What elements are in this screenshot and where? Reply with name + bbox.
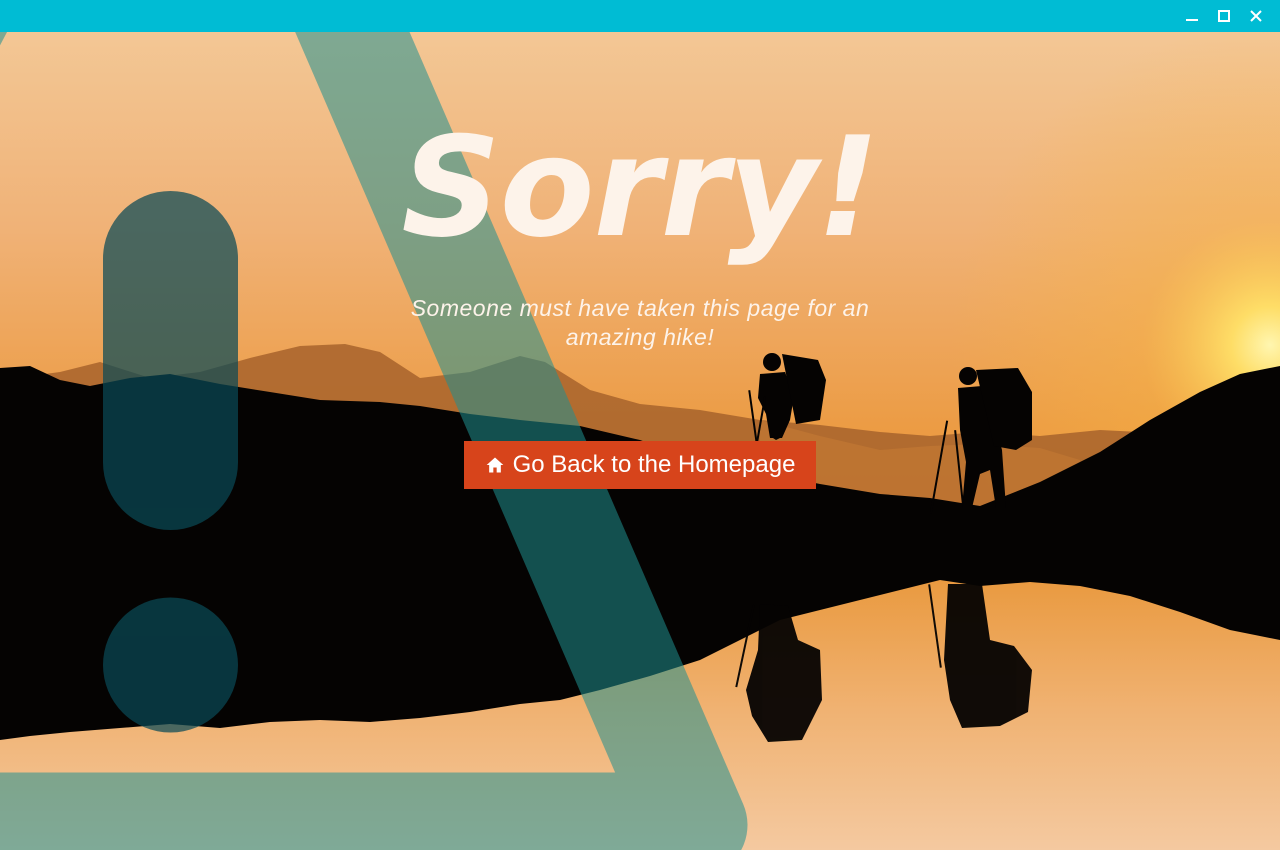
exclamation-mark [103, 191, 238, 733]
go-home-button[interactable]: Go Back to the Homepage [464, 441, 816, 489]
maximize-icon [1218, 10, 1230, 22]
minimize-icon [1186, 19, 1198, 21]
maximize-button[interactable] [1208, 0, 1240, 32]
close-button[interactable] [1240, 0, 1272, 32]
window-titlebar [0, 0, 1280, 32]
close-icon [1250, 10, 1262, 22]
go-home-button-label: Go Back to the Homepage [512, 451, 796, 478]
home-icon [485, 455, 505, 475]
page-subtitle: Someone must have taken this page for an… [410, 295, 870, 350]
minimize-button[interactable] [1176, 0, 1208, 32]
page-title: Sorry! [401, 107, 879, 268]
